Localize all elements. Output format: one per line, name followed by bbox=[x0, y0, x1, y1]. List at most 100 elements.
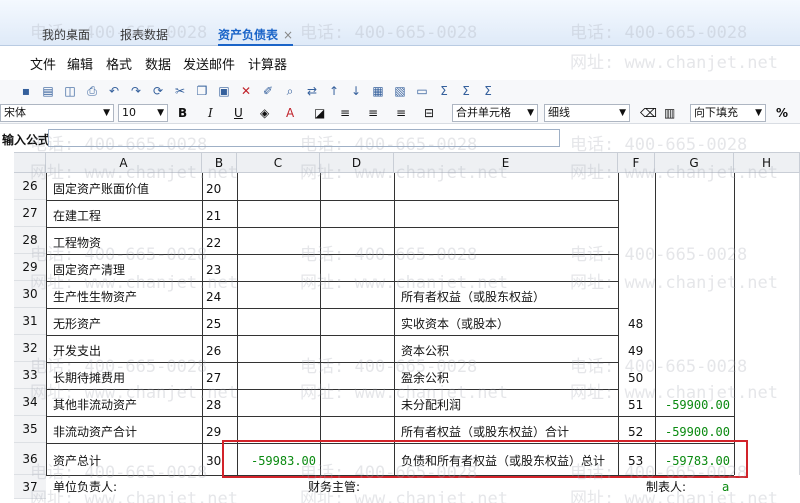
menu-file[interactable]: 文件 bbox=[30, 54, 56, 73]
bold-button[interactable]: B bbox=[178, 104, 187, 122]
cell-a29[interactable]: 固定资产清理 bbox=[49, 254, 199, 281]
align-center-icon[interactable]: ≡ bbox=[368, 104, 378, 122]
menu-data[interactable]: 数据 bbox=[145, 54, 171, 73]
row-header[interactable]: 31 bbox=[14, 308, 46, 335]
font-select[interactable]: 宋体 ▼ bbox=[0, 104, 114, 122]
cell-g37[interactable]: 制表人: bbox=[642, 475, 722, 499]
cell-h37[interactable]: a bbox=[718, 475, 748, 499]
column-header-g[interactable]: G bbox=[655, 153, 734, 173]
cell-a26[interactable]: 固定资产账面价值 bbox=[49, 173, 199, 200]
undo-icon[interactable]: ↶ bbox=[106, 83, 122, 99]
row-header[interactable]: 34 bbox=[14, 389, 46, 416]
cut-icon[interactable]: ✂ bbox=[172, 83, 188, 99]
row-header[interactable]: 32 bbox=[14, 335, 46, 362]
cell-a33[interactable]: 长期待摊费用 bbox=[49, 362, 199, 389]
cell-b30[interactable]: 24 bbox=[202, 281, 237, 308]
cell-b33[interactable]: 27 bbox=[202, 362, 237, 389]
row-header[interactable]: 28 bbox=[14, 227, 46, 254]
column-header-e[interactable]: E bbox=[394, 153, 618, 173]
row-header[interactable]: 37 bbox=[14, 475, 46, 499]
import-icon[interactable]: ▦ bbox=[370, 83, 386, 99]
cell-e30[interactable]: 所有者权益（或股东权益） bbox=[397, 281, 617, 308]
find-icon[interactable]: ⌕ bbox=[282, 83, 298, 99]
cell-b31[interactable]: 25 bbox=[202, 308, 237, 335]
replace-icon[interactable]: ⇄ bbox=[304, 83, 320, 99]
cell-b26[interactable]: 20 bbox=[202, 173, 237, 200]
cell-f32[interactable]: 49 bbox=[624, 335, 655, 362]
percent-button[interactable]: % bbox=[776, 104, 788, 122]
cell-a35[interactable]: 非流动资产合计 bbox=[49, 416, 199, 443]
row-header[interactable]: 33 bbox=[14, 362, 46, 389]
cell-b35[interactable]: 29 bbox=[202, 416, 237, 443]
tab-desktop[interactable]: 我的桌面 bbox=[42, 24, 90, 46]
cell-a30[interactable]: 生产性生物资产 bbox=[49, 281, 199, 308]
fill-down-select[interactable]: 向下填充 ▼ bbox=[690, 104, 766, 122]
chart-icon[interactable]: ▥ bbox=[664, 104, 675, 122]
total-icon[interactable]: Σ bbox=[480, 83, 496, 99]
close-icon[interactable]: × bbox=[283, 28, 293, 42]
cell-a28[interactable]: 工程物资 bbox=[49, 227, 199, 254]
row-header[interactable]: 29 bbox=[14, 254, 46, 281]
cell-a27[interactable]: 在建工程 bbox=[49, 200, 199, 227]
cell-a31[interactable]: 无形资产 bbox=[49, 308, 199, 335]
cell-f33[interactable]: 50 bbox=[624, 362, 655, 389]
column-header-d[interactable]: D bbox=[320, 153, 394, 173]
cell-f34[interactable]: 51 bbox=[624, 389, 655, 416]
italic-button[interactable]: I bbox=[208, 104, 213, 122]
cell-a32[interactable]: 开发支出 bbox=[49, 335, 199, 362]
cell-b34[interactable]: 28 bbox=[202, 389, 237, 416]
sort-desc-icon[interactable]: ↓ bbox=[348, 83, 364, 99]
border-style-select[interactable]: 细线 ▼ bbox=[544, 104, 630, 122]
menu-calculator[interactable]: 计算器 bbox=[248, 54, 287, 73]
formula-input[interactable] bbox=[48, 129, 560, 147]
cell-g35[interactable]: -59900.00 bbox=[655, 416, 734, 443]
font-color-icon[interactable]: A bbox=[286, 104, 294, 122]
eraser-icon[interactable]: ⌫ bbox=[640, 104, 657, 122]
delete-icon[interactable]: ✕ bbox=[238, 83, 254, 99]
export-icon[interactable]: ▧ bbox=[392, 83, 408, 99]
align-right-icon[interactable]: ≡ bbox=[396, 104, 406, 122]
copy-icon[interactable]: ❐ bbox=[194, 83, 210, 99]
border-icon[interactable]: ◪ bbox=[314, 104, 325, 122]
row-header[interactable]: 27 bbox=[14, 200, 46, 227]
print-preview-icon[interactable]: ▤ bbox=[40, 83, 56, 99]
sort-asc-icon[interactable]: ↑ bbox=[326, 83, 342, 99]
column-header-h[interactable]: H bbox=[734, 153, 800, 173]
column-header-f[interactable]: F bbox=[618, 153, 655, 173]
column-header-c[interactable]: C bbox=[237, 153, 320, 173]
align-left-icon[interactable]: ≡ bbox=[340, 104, 350, 122]
cell-a37[interactable]: 单位负责人: bbox=[49, 475, 199, 499]
cell-a36[interactable]: 资产总计 bbox=[49, 443, 199, 475]
underline-button[interactable]: U bbox=[234, 104, 243, 122]
cell-b28[interactable]: 22 bbox=[202, 227, 237, 254]
menu-format[interactable]: 格式 bbox=[106, 54, 132, 73]
clear-icon[interactable]: ✐ bbox=[260, 83, 276, 99]
column-header-b[interactable]: B bbox=[202, 153, 237, 173]
cell-b29[interactable]: 23 bbox=[202, 254, 237, 281]
cell-f35[interactable]: 52 bbox=[624, 416, 655, 443]
cell-e35[interactable]: 所有者权益（或股东权益）合计 bbox=[397, 416, 617, 443]
cell-g34[interactable]: -59900.00 bbox=[655, 389, 734, 416]
refresh-icon[interactable]: ⟳ bbox=[150, 83, 166, 99]
font-size-select[interactable]: 10 ▼ bbox=[118, 104, 168, 122]
paste-icon[interactable]: ▣ bbox=[216, 83, 232, 99]
wrap-icon[interactable]: ⊟ bbox=[424, 104, 434, 122]
redo-icon[interactable]: ↷ bbox=[128, 83, 144, 99]
tab-balance-sheet[interactable]: 资产负债表 × bbox=[218, 24, 294, 46]
subtotal-icon[interactable]: Σ bbox=[458, 83, 474, 99]
row-header[interactable]: 26 bbox=[14, 173, 46, 200]
menu-edit[interactable]: 编辑 bbox=[67, 54, 93, 73]
print-icon[interactable]: ⎙ bbox=[84, 83, 100, 99]
cell-e33[interactable]: 盈余公积 bbox=[397, 362, 617, 389]
column-header-a[interactable]: A bbox=[46, 153, 202, 173]
tab-report-data[interactable]: 报表数据 bbox=[120, 24, 168, 46]
sheet-icon[interactable]: ▭ bbox=[414, 83, 430, 99]
cell-b32[interactable]: 26 bbox=[202, 335, 237, 362]
cell-f31[interactable]: 48 bbox=[624, 308, 655, 335]
row-header[interactable]: 35 bbox=[14, 416, 46, 443]
cell-e34[interactable]: 未分配利润 bbox=[397, 389, 617, 416]
cell-b27[interactable]: 21 bbox=[202, 200, 237, 227]
save-icon[interactable]: ▪ bbox=[18, 83, 34, 99]
cell-e31[interactable]: 实收资本（或股本） bbox=[397, 308, 617, 335]
cell-e32[interactable]: 资本公积 bbox=[397, 335, 617, 362]
